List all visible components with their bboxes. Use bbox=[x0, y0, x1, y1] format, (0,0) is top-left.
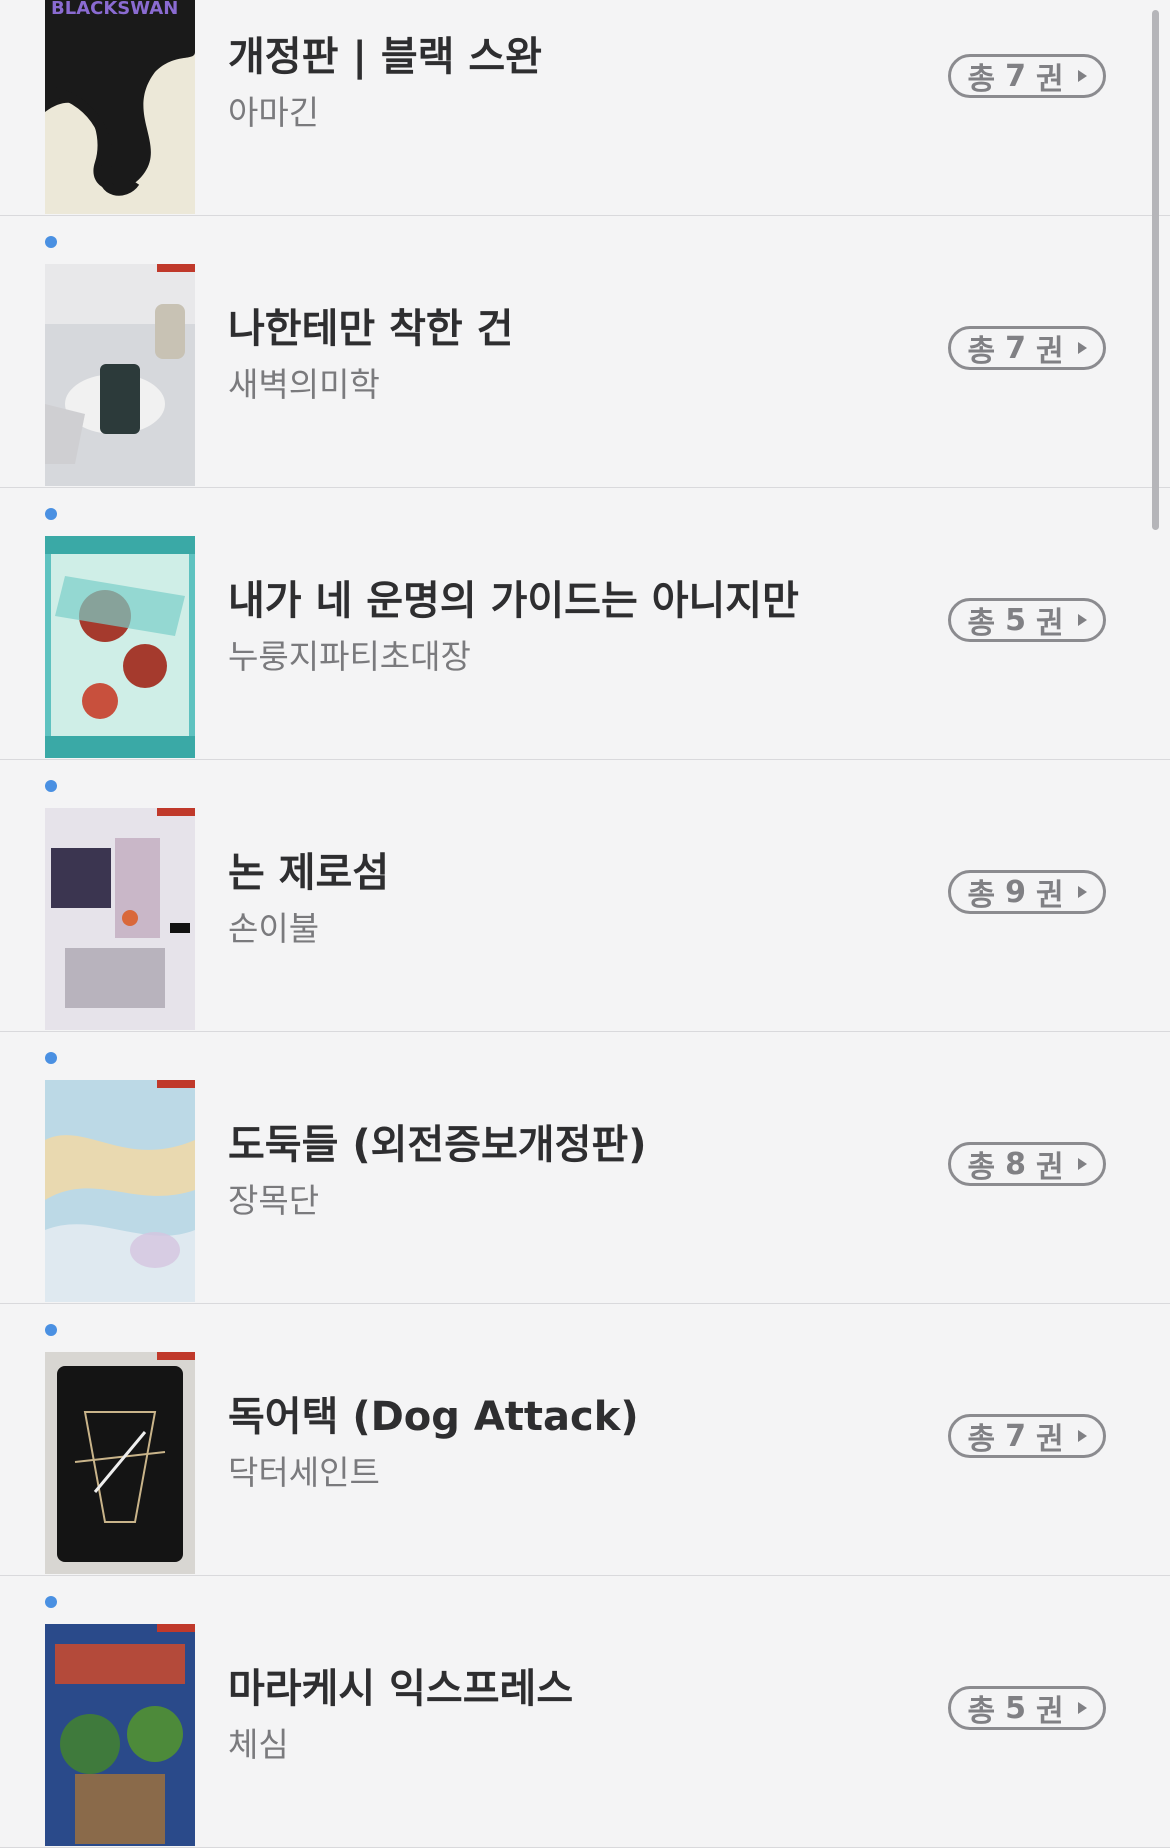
book-title[interactable]: 나한테만 착한 건 bbox=[228, 296, 513, 354]
book-author: 아마긴 bbox=[228, 93, 320, 132]
book-cover-illustration bbox=[45, 1352, 195, 1574]
count-unit: 권 bbox=[1035, 606, 1064, 641]
count-unit: 권 bbox=[1035, 334, 1064, 369]
book-title[interactable]: 마라케시 익스프레스 bbox=[228, 1656, 573, 1714]
book-cover-image[interactable] bbox=[45, 1624, 195, 1846]
book-author: 장목단 bbox=[228, 1181, 320, 1220]
book-title[interactable]: 개정판 | 블랙 스완 bbox=[228, 24, 542, 82]
book-author: 닥터세인트 bbox=[228, 1453, 380, 1492]
book-title[interactable]: 독어택 (Dog Attack) bbox=[228, 1384, 639, 1442]
play-arrow-icon bbox=[1077, 70, 1087, 82]
list-item[interactable]: 독어택 (Dog Attack) 닥터세인트 총 7 권 bbox=[0, 1304, 1170, 1576]
list-item[interactable]: 마라케시 익스프레스 체심 총 5 권 bbox=[0, 1576, 1170, 1848]
new-indicator-dot bbox=[45, 1324, 57, 1336]
count-number: 7 bbox=[1005, 330, 1026, 366]
new-indicator-dot bbox=[45, 1052, 57, 1064]
book-cover-illustration bbox=[45, 1080, 195, 1302]
volume-count-button[interactable]: 총 7 권 bbox=[948, 1414, 1106, 1458]
list-item[interactable]: 논 제로섬 손이불 총 9 권 bbox=[0, 760, 1170, 1032]
book-cover-illustration bbox=[45, 264, 195, 486]
new-indicator-dot bbox=[45, 508, 57, 520]
count-number: 9 bbox=[1005, 874, 1026, 910]
book-cover-illustration bbox=[45, 808, 195, 1030]
svg-text:BLACKSWAN: BLACKSWAN bbox=[51, 0, 178, 19]
list-item[interactable]: 나한테만 착한 건 새벽의미학 총 7 권 bbox=[0, 216, 1170, 488]
play-arrow-icon bbox=[1077, 1430, 1087, 1442]
count-unit: 권 bbox=[1035, 1422, 1064, 1457]
volume-count-button[interactable]: 총 9 권 bbox=[948, 870, 1106, 914]
count-prefix: 총 bbox=[967, 334, 996, 369]
book-cover-image[interactable] bbox=[45, 1080, 195, 1302]
book-author: 손이불 bbox=[228, 909, 320, 948]
book-cover-illustration bbox=[45, 1624, 195, 1846]
new-indicator-dot bbox=[45, 1596, 57, 1608]
count-number: 7 bbox=[1005, 58, 1026, 94]
volume-count-button[interactable]: 총 7 권 bbox=[948, 326, 1106, 370]
count-prefix: 총 bbox=[967, 878, 996, 913]
count-prefix: 총 bbox=[967, 62, 996, 97]
count-number: 5 bbox=[1005, 1690, 1026, 1726]
book-cover-illustration bbox=[45, 536, 195, 758]
volume-count-button[interactable]: 총 5 권 bbox=[948, 1686, 1106, 1730]
book-author: 체심 bbox=[228, 1725, 289, 1764]
play-arrow-icon bbox=[1077, 1158, 1087, 1170]
count-prefix: 총 bbox=[967, 606, 996, 641]
book-author: 누룽지파티초대장 bbox=[228, 637, 471, 676]
play-arrow-icon bbox=[1077, 614, 1087, 626]
play-arrow-icon bbox=[1077, 1702, 1087, 1714]
count-unit: 권 bbox=[1035, 1150, 1064, 1185]
book-cover-image[interactable] bbox=[45, 1352, 195, 1574]
count-number: 7 bbox=[1005, 1418, 1026, 1454]
vertical-scrollbar[interactable] bbox=[1152, 10, 1159, 530]
count-prefix: 총 bbox=[967, 1150, 996, 1185]
count-prefix: 총 bbox=[967, 1694, 996, 1729]
play-arrow-icon bbox=[1077, 342, 1087, 354]
book-cover-blackswan: BLACKSWAN bbox=[45, 0, 195, 214]
new-indicator-dot bbox=[45, 236, 57, 248]
list-item[interactable]: BLACKSWAN 개정판 | 블랙 스완 아마긴 총 7 권 bbox=[0, 0, 1170, 216]
book-cover-image[interactable] bbox=[45, 808, 195, 1030]
count-unit: 권 bbox=[1035, 1694, 1064, 1729]
count-prefix: 총 bbox=[967, 1422, 996, 1457]
volume-count-button[interactable]: 총 5 권 bbox=[948, 598, 1106, 642]
play-arrow-icon bbox=[1077, 886, 1087, 898]
count-number: 8 bbox=[1005, 1146, 1026, 1182]
book-title[interactable]: 내가 네 운명의 가이드는 아니지만 bbox=[228, 568, 799, 626]
list-item[interactable]: 도둑들 (외전증보개정판) 장목단 총 8 권 bbox=[0, 1032, 1170, 1304]
count-unit: 권 bbox=[1035, 878, 1064, 913]
count-unit: 권 bbox=[1035, 62, 1064, 97]
count-number: 5 bbox=[1005, 602, 1026, 638]
book-title[interactable]: 논 제로섬 bbox=[228, 840, 389, 898]
book-cover-image[interactable]: BLACKSWAN bbox=[45, 0, 195, 214]
new-indicator-dot bbox=[45, 780, 57, 792]
book-title[interactable]: 도둑들 (외전증보개정판) bbox=[228, 1112, 647, 1170]
book-author: 새벽의미학 bbox=[228, 365, 380, 404]
list-item[interactable]: 내가 네 운명의 가이드는 아니지만 누룽지파티초대장 총 5 권 bbox=[0, 488, 1170, 760]
volume-count-button[interactable]: 총 7 권 bbox=[948, 54, 1106, 98]
book-cover-image[interactable] bbox=[45, 536, 195, 758]
book-cover-image[interactable] bbox=[45, 264, 195, 486]
volume-count-button[interactable]: 총 8 권 bbox=[948, 1142, 1106, 1186]
